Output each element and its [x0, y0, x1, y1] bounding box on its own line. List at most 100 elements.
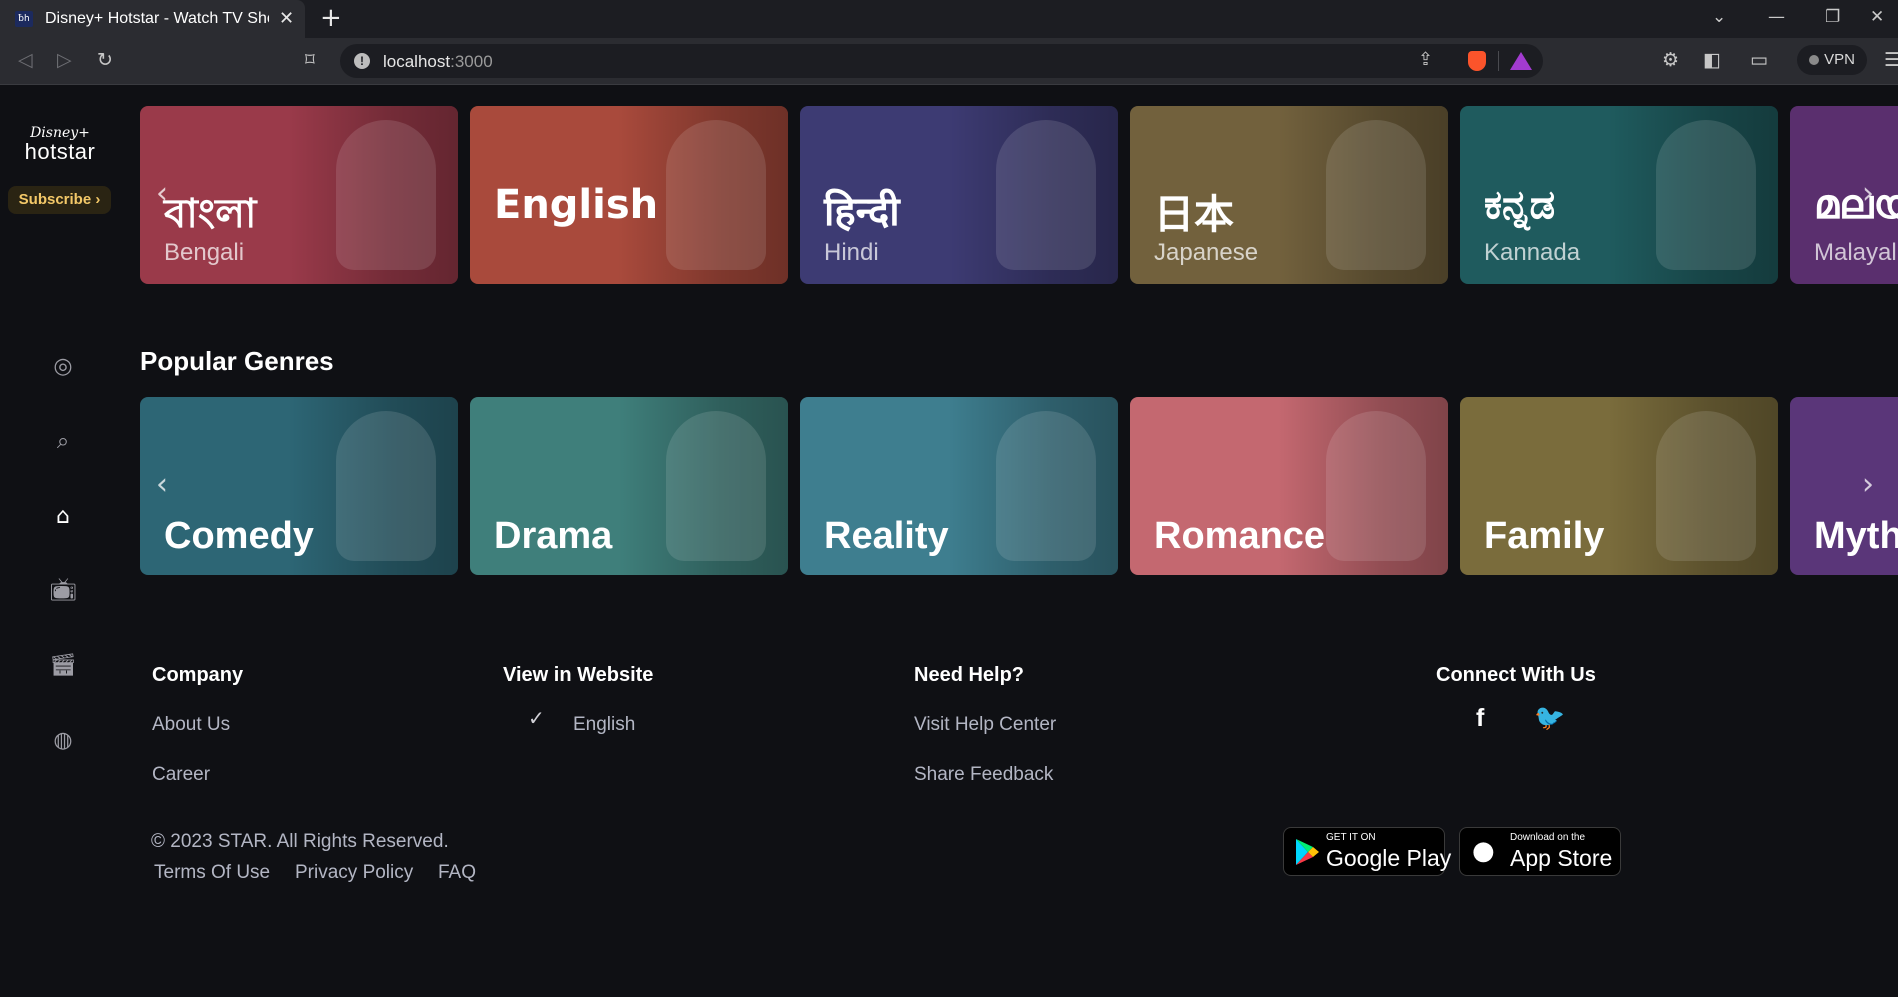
language-native-label: 日本 [1154, 192, 1234, 238]
genre-label: Drama [494, 515, 613, 557]
genre-label: Myth [1814, 515, 1898, 557]
url-text[interactable]: localhost:3000 [383, 52, 493, 72]
vpn-status-icon [1809, 55, 1820, 65]
language-row: বাংলা Bengali English हिन्दी Hindi 日本 Ja… [140, 106, 1898, 284]
card-artwork [666, 120, 766, 270]
browser-tab[interactable]: ƀh Disney+ Hotstar - Watch TV Shows ✕ [0, 0, 305, 38]
sports-icon[interactable]: ◍ [49, 727, 77, 755]
faq-link[interactable]: FAQ [438, 862, 476, 884]
genre-card[interactable]: Comedy [140, 397, 458, 575]
genre-card[interactable]: Romance [1130, 397, 1448, 575]
genre-label: Comedy [164, 515, 314, 557]
search-icon[interactable]: ⌕ [49, 428, 77, 456]
copyright-text: © 2023 STAR. All Rights Reserved. [151, 831, 449, 852]
site-info-icon[interactable]: ! [354, 53, 370, 69]
card-artwork [1326, 120, 1426, 270]
new-tab-button[interactable]: + [320, 3, 342, 33]
language-native-label: English [494, 182, 659, 228]
language-card[interactable]: മലയ Malayal [1790, 106, 1898, 284]
forward-icon[interactable]: ▷ [57, 48, 72, 72]
bookmark-icon[interactable]: ⌑ [305, 48, 315, 72]
vpn-button[interactable]: VPN [1797, 45, 1867, 75]
genre-label: Romance [1154, 515, 1326, 557]
close-window-icon[interactable]: ✕ [1870, 7, 1884, 27]
card-artwork [1656, 411, 1756, 561]
sidebar: Disney+ hotstar Subscribe › ◎ ⌕ ⌂ 📺︎ 🎬︎ … [0, 85, 122, 997]
card-artwork [336, 120, 436, 270]
tab-favicon-icon: ƀh [15, 11, 33, 27]
google-play-big-text: Google Play [1326, 845, 1452, 871]
chevron-right-icon[interactable]: › [1862, 467, 1874, 502]
language-card[interactable]: 日本 Japanese [1130, 106, 1448, 284]
language-native-label: ಕನ್ನಡ [1484, 182, 1556, 228]
language-name-label: Hindi [824, 239, 879, 266]
genre-card[interactable]: Drama [470, 397, 788, 575]
language-native-label: हिन्दी [824, 189, 900, 235]
language-card[interactable]: हिन्दी Hindi [800, 106, 1118, 284]
terms-link[interactable]: Terms Of Use [154, 862, 270, 884]
career-link[interactable]: Career [152, 764, 210, 786]
browser-toolbar: ◁ ▷ ↻ ⌑ ! localhost:3000 ⇪ ⚙ ◧ ▭ VPN ☰ [0, 38, 1898, 85]
facebook-icon[interactable]: f [1476, 704, 1484, 733]
sidebar-toggle-icon[interactable]: ◧ [1703, 48, 1721, 72]
address-bar[interactable]: ! localhost:3000 ⇪ [340, 44, 1543, 78]
chevron-right-icon[interactable]: › [1862, 176, 1874, 211]
language-card[interactable]: ಕನ್ನಡ Kannada [1460, 106, 1778, 284]
about-us-link[interactable]: About Us [152, 714, 230, 736]
share-icon[interactable]: ⇪ [1418, 49, 1433, 70]
card-artwork [996, 411, 1096, 561]
language-native-label: മലയ [1814, 182, 1898, 228]
menu-icon[interactable]: ☰ [1884, 48, 1898, 72]
language-english-option[interactable]: English [573, 714, 635, 736]
movies-icon[interactable]: 🎬︎ [49, 652, 77, 680]
brave-shields-icon[interactable] [1468, 51, 1486, 71]
google-play-icon [1296, 839, 1319, 865]
twitter-icon[interactable]: 🐦 [1534, 704, 1565, 733]
language-name-label: Kannada [1484, 239, 1581, 266]
subscribe-button[interactable]: Subscribe › [8, 186, 111, 214]
extensions-icon[interactable]: ⚙ [1662, 48, 1679, 72]
language-card[interactable]: বাংলা Bengali [140, 106, 458, 284]
app-store-big-text: App Store [1510, 845, 1613, 871]
minimize-icon[interactable]: — [1768, 7, 1785, 27]
card-artwork [996, 120, 1096, 270]
genre-label: Family [1484, 515, 1605, 557]
tab-close-icon[interactable]: ✕ [279, 8, 294, 29]
profile-icon[interactable]: ◎ [49, 353, 77, 381]
section-title-genres: Popular Genres [140, 346, 334, 376]
genre-label: Reality [824, 515, 949, 557]
restore-icon[interactable]: ❐ [1825, 7, 1840, 27]
footer-website-title: View in Website [503, 664, 654, 686]
privacy-link[interactable]: Privacy Policy [295, 862, 413, 884]
toolbar-divider [1498, 51, 1499, 71]
google-play-badge[interactable]: GET IT ON Google Play [1283, 827, 1451, 876]
language-name-label: Japanese [1154, 239, 1259, 266]
footer-connect-title: Connect With Us [1436, 664, 1596, 686]
footer-company-title: Company [152, 664, 244, 686]
chevron-left-icon[interactable]: ‹ [156, 467, 168, 502]
home-icon[interactable]: ⌂ [49, 503, 77, 531]
google-play-small-text: GET IT ON [1326, 832, 1376, 843]
genre-card[interactable]: Family [1460, 397, 1778, 575]
share-feedback-link[interactable]: Share Feedback [914, 764, 1053, 786]
tv-icon[interactable]: 📺︎ [49, 577, 77, 605]
language-card[interactable]: English [470, 106, 788, 284]
genre-row: Comedy Drama Reality Romance Family Myth… [140, 397, 1898, 575]
genre-card[interactable]: Myth [1790, 397, 1898, 575]
card-artwork [1656, 120, 1756, 270]
brave-rewards-icon[interactable] [1510, 52, 1532, 70]
check-icon: ✓ [528, 706, 545, 730]
browser-tab-strip: ƀh Disney+ Hotstar - Watch TV Shows ✕ + … [0, 0, 1898, 38]
back-icon[interactable]: ◁ [18, 48, 33, 72]
help-center-link[interactable]: Visit Help Center [914, 714, 1056, 736]
wallet-icon[interactable]: ▭ [1750, 48, 1768, 72]
app-store-small-text: Download on the [1510, 832, 1586, 843]
app-store-badge[interactable]: ● Download on the App Store [1459, 827, 1621, 876]
tab-search-chevron-icon[interactable]: ⌄ [1712, 7, 1726, 27]
genre-card[interactable]: Reality [800, 397, 1118, 575]
hotstar-logo[interactable]: Disney+ hotstar [24, 125, 96, 165]
reload-icon[interactable]: ↻ [97, 48, 113, 72]
language-name-label: Malayal [1814, 239, 1897, 266]
tab-title: Disney+ Hotstar - Watch TV Shows [45, 10, 269, 27]
chevron-left-icon[interactable]: ‹ [156, 176, 168, 211]
